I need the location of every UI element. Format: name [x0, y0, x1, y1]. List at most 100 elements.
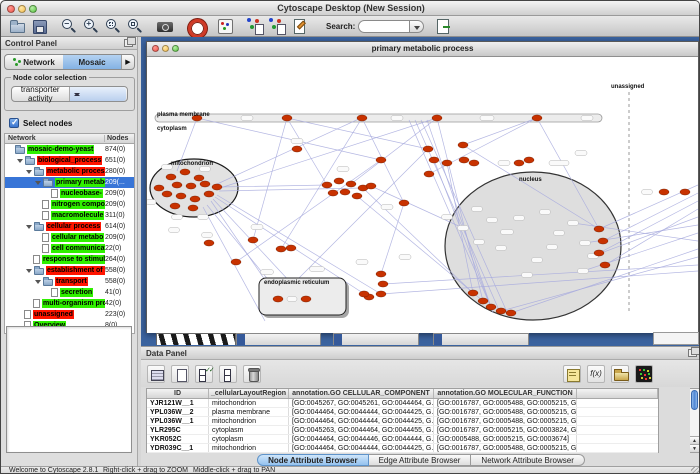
- select-attributes-icon[interactable]: [195, 365, 213, 383]
- graph-node[interactable]: [200, 181, 210, 187]
- graph-node[interactable]: [469, 160, 479, 166]
- graph-node[interactable]: [532, 115, 542, 121]
- graph-node[interactable]: [231, 259, 241, 265]
- graph-node[interactable]: [186, 183, 196, 189]
- graph-node[interactable]: [188, 205, 198, 211]
- graph-node[interactable]: [486, 304, 496, 310]
- vizmapper-icon[interactable]: [216, 17, 234, 35]
- search-input[interactable]: [358, 20, 410, 33]
- attribute-matrix-icon[interactable]: [635, 365, 653, 383]
- zoom-selected-icon[interactable]: [104, 17, 122, 35]
- graph-node[interactable]: [376, 157, 386, 163]
- snapshot-icon[interactable]: [156, 17, 174, 35]
- graph-node[interactable]: [378, 281, 388, 287]
- expand-arrow-icon[interactable]: [35, 181, 41, 185]
- tree-row[interactable]: macromolecule311(0): [5, 210, 134, 221]
- graph-node[interactable]: [166, 174, 176, 180]
- column-header[interactable]: [577, 389, 658, 398]
- graph-node[interactable]: [248, 237, 258, 243]
- tab-network-attribute-browser[interactable]: Network Attribute Browser: [471, 454, 584, 466]
- background-window-sliver[interactable]: [333, 333, 419, 345]
- graph-node[interactable]: [273, 296, 283, 302]
- graph-node[interactable]: [282, 115, 292, 121]
- column-header[interactable]: _cellularLayoutRegion: [209, 389, 289, 398]
- graph-node[interactable]: [458, 142, 468, 148]
- graph-node[interactable]: [286, 245, 296, 251]
- expand-arrow-icon[interactable]: [26, 225, 32, 229]
- scroll-up-button[interactable]: ▲: [690, 436, 699, 444]
- resize-grip[interactable]: [691, 467, 700, 474]
- tree-row[interactable]: cell communicat22(0): [5, 243, 134, 254]
- tree-row[interactable]: metabolic process280(0): [5, 166, 134, 177]
- graph-node[interactable]: [514, 160, 524, 166]
- graph-node[interactable]: [328, 190, 338, 196]
- graph-node[interactable]: [659, 189, 669, 195]
- graph-node[interactable]: [194, 175, 204, 181]
- graph-node[interactable]: [376, 271, 386, 277]
- tab-network[interactable]: Network: [5, 55, 63, 69]
- table-row[interactable]: YJR121W__1mitochondrion[GO:0045267, GO:0…: [147, 399, 658, 408]
- graph-node[interactable]: [594, 250, 604, 256]
- graph-node[interactable]: [180, 169, 190, 175]
- graph-node[interactable]: [352, 193, 362, 199]
- graph-node[interactable]: [366, 183, 376, 189]
- graph-node[interactable]: [340, 189, 350, 195]
- function-builder-icon[interactable]: f(x): [587, 365, 605, 383]
- tree-row[interactable]: multi-organism pro42(0): [5, 298, 134, 309]
- graph-node[interactable]: [594, 226, 604, 232]
- layout-edges-icon[interactable]: [268, 17, 286, 35]
- graph-node[interactable]: [429, 157, 439, 163]
- graph-node[interactable]: [154, 185, 164, 191]
- graph-node[interactable]: [204, 191, 214, 197]
- graph-node[interactable]: [468, 290, 478, 296]
- table-row[interactable]: YDR039C__1mitochondrion[GO:0044464, GO:0…: [147, 444, 658, 453]
- expand-arrow-icon[interactable]: [17, 159, 23, 163]
- zoom-fit-icon[interactable]: [126, 17, 144, 35]
- table-row[interactable]: YPL036W__1mitochondrion[GO:0044464, GO:0…: [147, 417, 658, 426]
- tree-row[interactable]: secretion41(0): [5, 287, 134, 298]
- graph-node[interactable]: [176, 193, 186, 199]
- table-row[interactable]: YPL036W__2plasma membrane[GO:0044464, GO…: [147, 408, 658, 417]
- graph-node[interactable]: [399, 200, 409, 206]
- more-tabs-button[interactable]: ▶: [121, 55, 134, 69]
- search-dropdown-button[interactable]: [410, 20, 424, 33]
- graph-node[interactable]: [346, 181, 356, 187]
- graph-node[interactable]: [172, 182, 182, 188]
- birdseye-view[interactable]: [6, 326, 132, 453]
- float-panel-icon[interactable]: [124, 39, 133, 47]
- table-row[interactable]: YLR295Ccytoplasm[GO:0045263, GO:0044464,…: [147, 426, 658, 435]
- graph-node[interactable]: [334, 178, 344, 184]
- import-attributes-icon[interactable]: [611, 365, 629, 383]
- column-header[interactable]: annotation.GO CELLULAR_COMPONENT: [289, 389, 434, 398]
- background-window-sliver[interactable]: [433, 333, 529, 345]
- delete-attribute-icon[interactable]: [243, 365, 261, 383]
- graph-node[interactable]: [322, 182, 332, 188]
- zoom-out-icon[interactable]: −: [60, 17, 78, 35]
- graph-node[interactable]: [680, 189, 690, 195]
- tree-row[interactable]: mosaic-demo-yeast874(0): [5, 144, 134, 155]
- graph-node[interactable]: [212, 184, 222, 190]
- graph-node[interactable]: [442, 160, 452, 166]
- background-window-sliver[interactable]: [236, 333, 321, 345]
- background-window-sliver[interactable]: [653, 332, 699, 345]
- graph-node[interactable]: [204, 240, 214, 246]
- graph-node[interactable]: [376, 291, 386, 297]
- graph-node[interactable]: [301, 296, 311, 302]
- graph-node[interactable]: [600, 262, 610, 268]
- background-window-sliver[interactable]: [156, 333, 236, 345]
- graph-node[interactable]: [357, 115, 367, 121]
- float-data-panel-icon[interactable]: [688, 349, 697, 357]
- tree-row[interactable]: unassigned223(0): [5, 309, 134, 320]
- scrollbar-thumb[interactable]: [691, 390, 698, 410]
- graph-node[interactable]: [598, 238, 608, 244]
- expand-arrow-icon[interactable]: [26, 170, 32, 174]
- tree-row[interactable]: primary metabo209(...: [5, 177, 134, 188]
- graph-node[interactable]: [162, 191, 172, 197]
- tree-row[interactable]: biological_process651(0): [5, 155, 134, 166]
- graph-node[interactable]: [292, 146, 302, 152]
- graph-node[interactable]: [424, 171, 434, 177]
- import-network-icon[interactable]: [434, 17, 452, 35]
- table-scrollbar[interactable]: ▲ ▼: [690, 388, 700, 453]
- tab-node-attribute-browser[interactable]: Node Attribute Browser: [257, 454, 369, 466]
- graph-node[interactable]: [423, 146, 433, 152]
